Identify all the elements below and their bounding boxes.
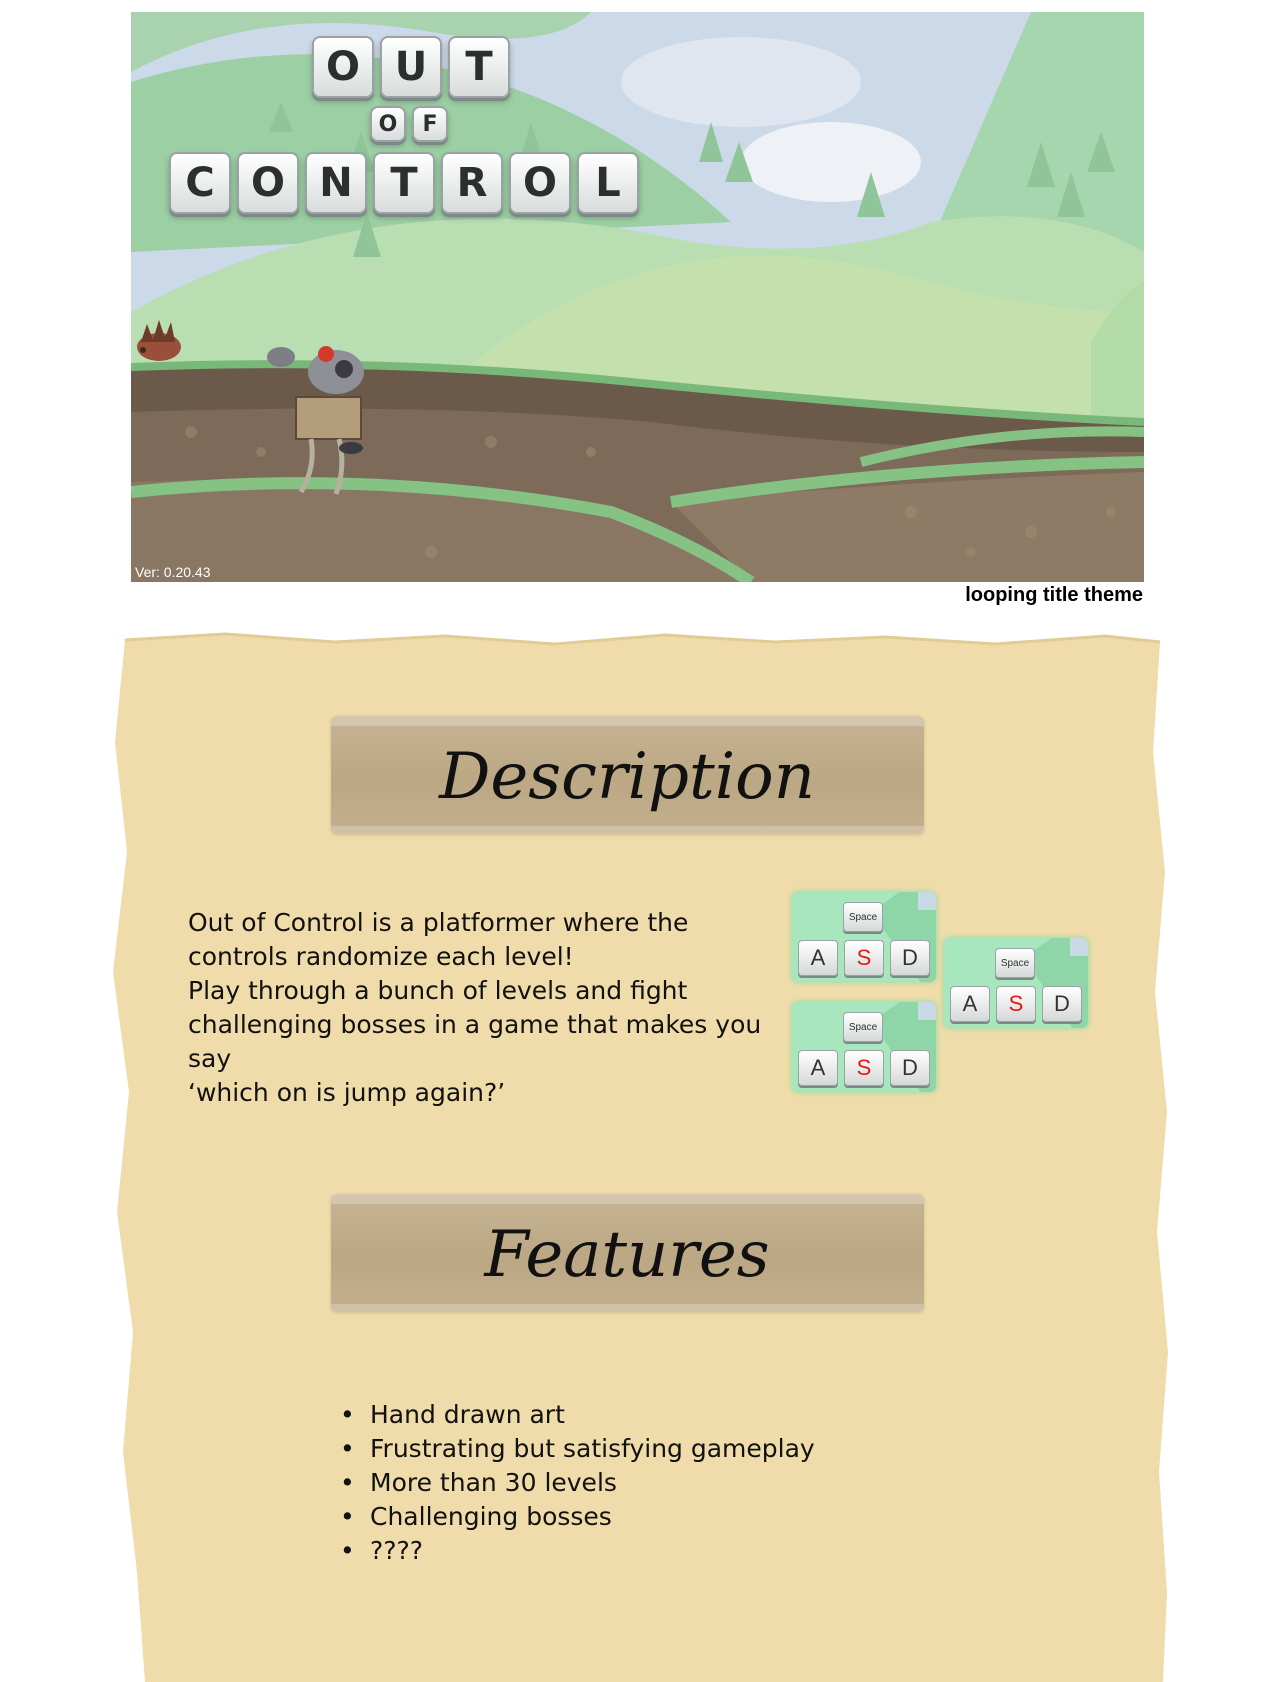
description-line: ‘which on is jump again?’ [188,1078,506,1107]
description-heading-art: Description [438,740,815,814]
logo-letter-tile: R [441,152,503,214]
a-key: A [798,940,838,976]
feature-item: Frustrating but satisfying gameplay [340,1432,815,1466]
description-line: controls randomize each level! [188,942,574,971]
logo-letter-tile: U [380,36,442,98]
description-line: challenging bosses in a game that makes … [188,1010,762,1073]
feature-item: Challenging bosses [340,1500,815,1534]
controls-key-panel: Space A S D [792,892,936,982]
version-label: Ver: 0.20.43 [135,564,211,580]
logo-letter-tile: F [412,106,448,142]
description-heading: Description [438,740,815,814]
feature-item: Hand drawn art [340,1398,815,1432]
controls-key-panel: Space A S D [792,1002,936,1092]
s-key: S [996,986,1036,1022]
logo-letter-tile: O [312,36,374,98]
d-key: D [890,1050,930,1086]
logo-letter-tile: N [305,152,367,214]
controls-key-panel: Space A S D [944,938,1088,1028]
description-heading-tape: Description [331,716,924,834]
logo-row-out: O U T [312,36,510,98]
logo-letter-tile: T [373,152,435,214]
space-key: Space [843,902,883,932]
features-heading: Features [483,1218,769,1292]
description-line: Play through a bunch of levels and fight [188,976,688,1005]
logo-letter-tile: T [448,36,510,98]
s-key: S [844,1050,884,1086]
s-key: S [844,940,884,976]
features-heading-tape: Features [331,1194,924,1312]
features-list: Hand drawn art Frustrating but satisfyin… [340,1398,815,1568]
logo-letter-tile: C [169,152,231,214]
features-heading-art: Features [483,1218,769,1292]
logo-letter-tile: L [577,152,639,214]
logo-row-control: C O N T R O L [169,152,639,214]
description-line: Out of Control is a platformer where the [188,908,689,937]
title-background-scene [131,12,1144,582]
logo-letter-tile: O [509,152,571,214]
description-text: Out of Control is a platformer where the… [188,906,768,1110]
logo-row-of: O F [370,106,448,142]
d-key: D [1042,986,1082,1022]
logo-letter-tile: O [237,152,299,214]
a-key: A [950,986,990,1022]
feature-item: ???? [340,1534,815,1568]
title-theme-caption: looping title theme [965,584,1143,606]
title-screen: O U T O F C O N T R O L Ver: 0.20.43 [131,12,1144,582]
feature-item: More than 30 levels [340,1466,815,1500]
space-key: Space [995,948,1035,978]
a-key: A [798,1050,838,1086]
d-key: D [890,940,930,976]
logo-letter-tile: O [370,106,406,142]
space-key: Space [843,1012,883,1042]
